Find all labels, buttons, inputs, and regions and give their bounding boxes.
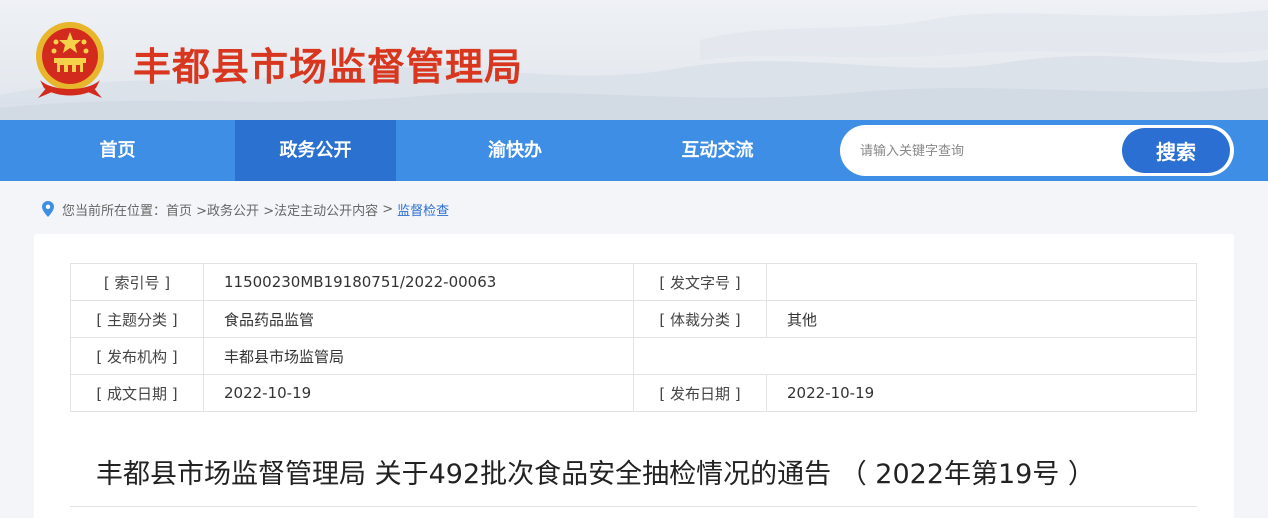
genre-label: [ 体裁分类 ] bbox=[633, 300, 767, 338]
document-title: 丰都县市场监督管理局 关于492批次食品安全抽检情况的通告 （ 2022年第19… bbox=[96, 459, 1095, 490]
index-label: [ 索引号 ] bbox=[70, 263, 204, 301]
breadcrumb-prefix: 您当前所在位置： bbox=[62, 203, 167, 219]
header-banner: 丰都县市场监督管理局 bbox=[0, 0, 1268, 120]
empty-cell bbox=[633, 337, 1197, 375]
created-date-value: 2022-10-19 bbox=[203, 374, 634, 412]
breadcrumb-item-home[interactable]: 首页 bbox=[166, 200, 192, 219]
nav-item-home[interactable]: 首页 bbox=[0, 120, 235, 181]
table-row: [ 成文日期 ] 2022-10-19 [ 发布日期 ] 2022-10-19 bbox=[70, 374, 1197, 412]
topic-value: 食品药品监管 bbox=[203, 300, 634, 338]
content-card: [ 索引号 ] 11500230MB19180751/2022-00063 [ … bbox=[34, 234, 1234, 518]
topic-label: [ 主题分类 ] bbox=[70, 300, 204, 338]
publisher-label: [ 发布机构 ] bbox=[70, 337, 204, 375]
search-input[interactable] bbox=[860, 138, 1120, 164]
search-button[interactable]: 搜索 bbox=[1122, 128, 1230, 173]
breadcrumb-item-supervision[interactable]: 监督检查 bbox=[397, 200, 449, 219]
docno-label: [ 发文字号 ] bbox=[633, 263, 767, 301]
document-meta-table: [ 索引号 ] 11500230MB19180751/2022-00063 [ … bbox=[70, 263, 1197, 412]
breadcrumb-separator: > bbox=[378, 201, 394, 217]
index-value: 11500230MB19180751/2022-00063 bbox=[203, 263, 634, 301]
breadcrumb-item-public-content[interactable]: >法定主动公开内容 bbox=[259, 200, 378, 219]
national-emblem-icon bbox=[36, 22, 104, 98]
breadcrumb: 您当前所在位置： 首页 >政务公开 >法定主动公开内容 > 监督检查 bbox=[42, 199, 449, 219]
nav-item-yukuaiban[interactable]: 渝快办 bbox=[430, 120, 600, 181]
docno-value bbox=[766, 263, 1197, 301]
published-date-label: [ 发布日期 ] bbox=[633, 374, 767, 412]
publisher-value: 丰都县市场监管局 bbox=[203, 337, 634, 375]
nav-item-interaction[interactable]: 互动交流 bbox=[625, 120, 810, 181]
genre-value: 其他 bbox=[766, 300, 1197, 338]
table-row: [ 发布机构 ] 丰都县市场监管局 bbox=[70, 337, 1197, 375]
published-date-value: 2022-10-19 bbox=[766, 374, 1197, 412]
table-row: [ 主题分类 ] 食品药品监管 [ 体裁分类 ] 其他 bbox=[70, 300, 1197, 338]
site-title: 丰都县市场监督管理局 bbox=[133, 45, 524, 89]
search-box: 搜索 bbox=[840, 125, 1234, 176]
location-pin-icon bbox=[42, 201, 54, 217]
title-divider bbox=[70, 506, 1197, 507]
table-row: [ 索引号 ] 11500230MB19180751/2022-00063 [ … bbox=[70, 263, 1197, 301]
created-date-label: [ 成文日期 ] bbox=[70, 374, 204, 412]
breadcrumb-item-gov-affairs[interactable]: >政务公开 bbox=[192, 200, 259, 219]
nav-item-gov-affairs[interactable]: 政务公开 bbox=[235, 120, 396, 181]
